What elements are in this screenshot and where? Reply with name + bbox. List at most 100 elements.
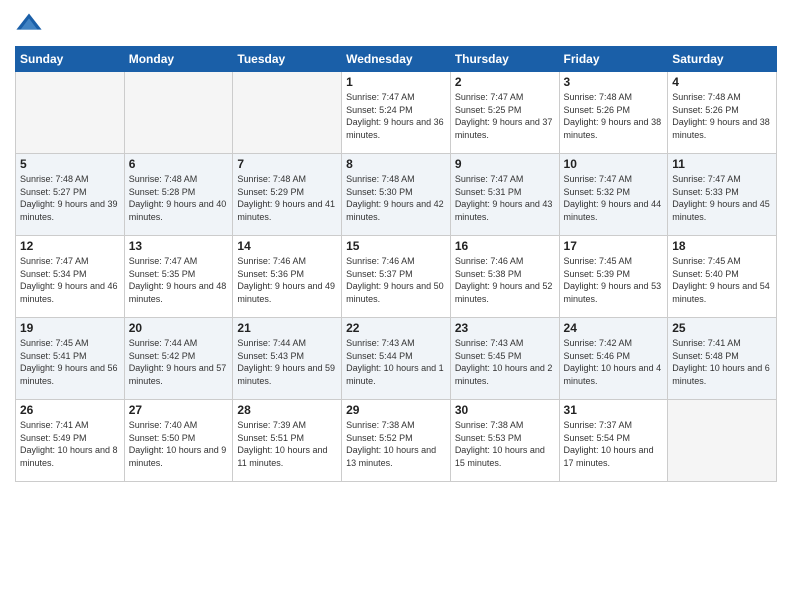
calendar-cell: 12 Sunrise: 7:47 AM Sunset: 5:34 PM Dayli… xyxy=(16,236,125,318)
day-detail: Sunrise: 7:48 AM Sunset: 5:26 PM Dayligh… xyxy=(672,91,772,141)
day-number: 17 xyxy=(564,239,664,253)
day-number: 28 xyxy=(237,403,337,417)
day-number: 24 xyxy=(564,321,664,335)
day-number: 18 xyxy=(672,239,772,253)
calendar-cell: 2Sunrise: 7:47 AM Sunset: 5:25 PM Daylig… xyxy=(450,72,559,154)
calendar-cell: 7Sunrise: 7:48 AM Sunset: 5:29 PM Daylig… xyxy=(233,154,342,236)
day-number: 14 xyxy=(237,239,337,253)
calendar-cell: 16 Sunrise: 7:46 AM Sunset: 5:38 PM Dayli… xyxy=(450,236,559,318)
day-number: 31 xyxy=(564,403,664,417)
day-detail: Sunrise: 7:47 AM Sunset: 5:31 PM Dayligh… xyxy=(455,173,555,223)
week-row-0: 1 Sunrise: 7:47 AM Sunset: 5:24 PM Daylig… xyxy=(16,72,777,154)
day-detail: Sunrise: 7:46 AM Sunset: 5:36 PM Dayligh… xyxy=(237,255,337,305)
weekday-header-wednesday: Wednesday xyxy=(342,47,451,72)
calendar-cell: 6 Sunrise: 7:48 AM Sunset: 5:28 PM Daylig… xyxy=(124,154,233,236)
day-detail: Sunrise: 7:43 AM Sunset: 5:45 PM Dayligh… xyxy=(455,337,555,387)
day-number: 13 xyxy=(129,239,229,253)
calendar-cell: 5 Sunrise: 7:48 AM Sunset: 5:27 PM Daylig… xyxy=(16,154,125,236)
day-detail: Sunrise: 7:48 AM Sunset: 5:27 PM Dayligh… xyxy=(20,173,120,223)
calendar-cell: 24 Sunrise: 7:42 AM Sunset: 5:46 PM Dayli… xyxy=(559,318,668,400)
weekday-header-monday: Monday xyxy=(124,47,233,72)
calendar-cell: 25 Sunrise: 7:41 AM Sunset: 5:48 PM Dayli… xyxy=(668,318,777,400)
day-number: 10 xyxy=(564,157,664,171)
day-detail: Sunrise: 7:46 AM Sunset: 5:37 PM Dayligh… xyxy=(346,255,446,305)
calendar-cell: 1 Sunrise: 7:47 AM Sunset: 5:24 PM Daylig… xyxy=(342,72,451,154)
day-number: 26 xyxy=(20,403,120,417)
logo-icon xyxy=(15,10,43,38)
weekday-header-saturday: Saturday xyxy=(668,47,777,72)
day-detail: Sunrise: 7:45 AM Sunset: 5:40 PM Dayligh… xyxy=(672,255,772,305)
day-number: 30 xyxy=(455,403,555,417)
calendar-cell: 29 Sunrise: 7:38 AM Sunset: 5:52 PM Dayli… xyxy=(342,400,451,482)
day-number: 29 xyxy=(346,403,446,417)
calendar-cell: 27 Sunrise: 7:40 AM Sunset: 5:50 PM Dayli… xyxy=(124,400,233,482)
day-detail: Sunrise: 7:47 AM Sunset: 5:32 PM Dayligh… xyxy=(564,173,664,223)
day-detail: Sunrise: 7:42 AM Sunset: 5:46 PM Dayligh… xyxy=(564,337,664,387)
weekday-header-row: SundayMondayTuesdayWednesdayThursdayFrid… xyxy=(16,47,777,72)
calendar-cell: 3 Sunrise: 7:48 AM Sunset: 5:26 PM Daylig… xyxy=(559,72,668,154)
day-number: 11 xyxy=(672,157,772,171)
calendar-cell xyxy=(668,400,777,482)
week-row-1: 5 Sunrise: 7:48 AM Sunset: 5:27 PM Daylig… xyxy=(16,154,777,236)
day-detail: Sunrise: 7:43 AM Sunset: 5:44 PM Dayligh… xyxy=(346,337,446,387)
day-number: 6 xyxy=(129,157,229,171)
calendar-cell: 11 Sunrise: 7:47 AM Sunset: 5:33 PM Dayli… xyxy=(668,154,777,236)
day-number: 19 xyxy=(20,321,120,335)
day-detail: Sunrise: 7:44 AM Sunset: 5:43 PM Dayligh… xyxy=(237,337,337,387)
calendar-cell: 30 Sunrise: 7:38 AM Sunset: 5:53 PM Dayli… xyxy=(450,400,559,482)
day-number: 2 xyxy=(455,75,555,89)
day-number: 25 xyxy=(672,321,772,335)
weekday-header-friday: Friday xyxy=(559,47,668,72)
calendar: SundayMondayTuesdayWednesdayThursdayFrid… xyxy=(15,46,777,482)
calendar-cell: 13Sunrise: 7:47 AM Sunset: 5:35 PM Dayli… xyxy=(124,236,233,318)
day-number: 12 xyxy=(20,239,120,253)
day-number: 16 xyxy=(455,239,555,253)
day-detail: Sunrise: 7:39 AM Sunset: 5:51 PM Dayligh… xyxy=(237,419,337,469)
calendar-cell: 17 Sunrise: 7:45 AM Sunset: 5:39 PM Dayli… xyxy=(559,236,668,318)
day-number: 27 xyxy=(129,403,229,417)
day-number: 4 xyxy=(672,75,772,89)
day-detail: Sunrise: 7:41 AM Sunset: 5:49 PM Dayligh… xyxy=(20,419,120,469)
day-detail: Sunrise: 7:46 AM Sunset: 5:38 PM Dayligh… xyxy=(455,255,555,305)
day-detail: Sunrise: 7:48 AM Sunset: 5:30 PM Dayligh… xyxy=(346,173,446,223)
calendar-cell: 28 Sunrise: 7:39 AM Sunset: 5:51 PM Dayli… xyxy=(233,400,342,482)
header xyxy=(15,10,777,38)
day-detail: Sunrise: 7:38 AM Sunset: 5:53 PM Dayligh… xyxy=(455,419,555,469)
day-detail: Sunrise: 7:48 AM Sunset: 5:26 PM Dayligh… xyxy=(564,91,664,141)
calendar-cell xyxy=(124,72,233,154)
calendar-cell: 26 Sunrise: 7:41 AM Sunset: 5:49 PM Dayli… xyxy=(16,400,125,482)
calendar-cell: 20 Sunrise: 7:44 AM Sunset: 5:42 PM Dayli… xyxy=(124,318,233,400)
weekday-header-sunday: Sunday xyxy=(16,47,125,72)
calendar-cell: 10 Sunrise: 7:47 AM Sunset: 5:32 PM Dayli… xyxy=(559,154,668,236)
week-row-3: 19Sunrise: 7:45 AM Sunset: 5:41 PM Dayli… xyxy=(16,318,777,400)
week-row-4: 26 Sunrise: 7:41 AM Sunset: 5:49 PM Dayli… xyxy=(16,400,777,482)
day-detail: Sunrise: 7:44 AM Sunset: 5:42 PM Dayligh… xyxy=(129,337,229,387)
day-detail: Sunrise: 7:48 AM Sunset: 5:28 PM Dayligh… xyxy=(129,173,229,223)
day-number: 9 xyxy=(455,157,555,171)
day-number: 1 xyxy=(346,75,446,89)
day-number: 21 xyxy=(237,321,337,335)
calendar-cell: 19Sunrise: 7:45 AM Sunset: 5:41 PM Dayli… xyxy=(16,318,125,400)
day-number: 20 xyxy=(129,321,229,335)
day-detail: Sunrise: 7:38 AM Sunset: 5:52 PM Dayligh… xyxy=(346,419,446,469)
day-number: 5 xyxy=(20,157,120,171)
weekday-header-thursday: Thursday xyxy=(450,47,559,72)
logo xyxy=(15,10,47,38)
day-number: 22 xyxy=(346,321,446,335)
day-detail: Sunrise: 7:45 AM Sunset: 5:39 PM Dayligh… xyxy=(564,255,664,305)
calendar-cell: 23Sunrise: 7:43 AM Sunset: 5:45 PM Dayli… xyxy=(450,318,559,400)
day-detail: Sunrise: 7:37 AM Sunset: 5:54 PM Dayligh… xyxy=(564,419,664,469)
calendar-cell: 14 Sunrise: 7:46 AM Sunset: 5:36 PM Dayli… xyxy=(233,236,342,318)
day-number: 8 xyxy=(346,157,446,171)
day-detail: Sunrise: 7:47 AM Sunset: 5:33 PM Dayligh… xyxy=(672,173,772,223)
weekday-header-tuesday: Tuesday xyxy=(233,47,342,72)
calendar-cell: 22 Sunrise: 7:43 AM Sunset: 5:44 PM Dayli… xyxy=(342,318,451,400)
calendar-cell: 31 Sunrise: 7:37 AM Sunset: 5:54 PM Dayli… xyxy=(559,400,668,482)
day-detail: Sunrise: 7:47 AM Sunset: 5:24 PM Dayligh… xyxy=(346,91,446,141)
calendar-cell: 4 Sunrise: 7:48 AM Sunset: 5:26 PM Daylig… xyxy=(668,72,777,154)
calendar-cell: 8 Sunrise: 7:48 AM Sunset: 5:30 PM Daylig… xyxy=(342,154,451,236)
day-detail: Sunrise: 7:40 AM Sunset: 5:50 PM Dayligh… xyxy=(129,419,229,469)
day-detail: Sunrise: 7:47 AM Sunset: 5:34 PM Dayligh… xyxy=(20,255,120,305)
day-detail: Sunrise: 7:41 AM Sunset: 5:48 PM Dayligh… xyxy=(672,337,772,387)
day-number: 3 xyxy=(564,75,664,89)
